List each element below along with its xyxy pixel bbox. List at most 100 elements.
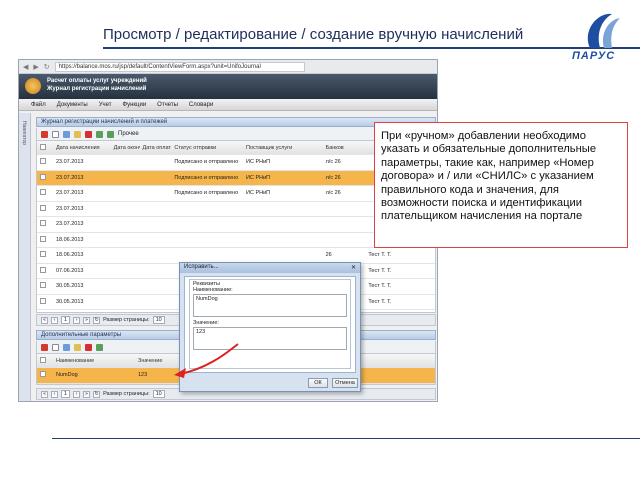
row-checkbox[interactable] [40, 297, 46, 304]
logo-text: ПАРУС [572, 50, 616, 62]
refresh-icon[interactable] [41, 343, 48, 351]
row-checkbox[interactable] [40, 371, 46, 378]
table-cell: 23.07.2013 [55, 190, 84, 197]
page-number-field[interactable]: 1 [61, 390, 71, 398]
navigator-strip[interactable]: Навигатор [19, 113, 31, 401]
name-field[interactable]: NumDog [193, 294, 347, 317]
prev-page-icon[interactable]: ‹ [51, 316, 58, 324]
red-arrow-icon [174, 343, 239, 378]
refresh-page-icon[interactable]: ↻ [93, 316, 101, 324]
delete-icon[interactable] [85, 343, 92, 351]
table-cell: л/с 26 [325, 190, 341, 197]
refresh-page-icon[interactable]: ↻ [93, 390, 101, 398]
page-size-label: Размер страницы: [103, 391, 150, 397]
table-cell: Подписано и отправлено [174, 174, 239, 181]
menu-item-file[interactable]: Файл [31, 102, 46, 108]
forward-icon[interactable]: ▶ [33, 63, 38, 71]
add-param-icon[interactable] [52, 343, 59, 351]
next-page-icon[interactable]: › [73, 390, 81, 398]
last-page-icon[interactable]: » [83, 390, 91, 398]
table-cell: 18.06.2013 [55, 236, 84, 243]
refresh-icon[interactable] [41, 130, 48, 138]
back-icon[interactable]: ◀ [23, 63, 28, 71]
table-cell: 23.07.2013 [55, 159, 84, 166]
table-cell: 23.07.2013 [55, 221, 84, 228]
name-label: Наименование: [193, 287, 233, 293]
param-name-cell: NumDog [56, 372, 78, 379]
edit-icon[interactable] [74, 343, 81, 351]
new-document-icon[interactable] [52, 130, 59, 138]
navigator-label: Навигатор [21, 121, 27, 146]
page-size-label: Размер страницы: [103, 317, 150, 323]
row-checkbox[interactable] [40, 251, 46, 258]
row-checkbox[interactable] [40, 158, 46, 165]
column-header[interactable]: Дата начисления [53, 145, 111, 151]
table-cell: 23.07.2013 [55, 205, 84, 212]
edit-icon[interactable] [74, 130, 81, 138]
row-checkbox[interactable] [40, 220, 46, 227]
copy-icon[interactable] [63, 130, 70, 138]
row-checkbox[interactable] [40, 282, 46, 289]
table-cell: ИС РНиП [245, 190, 271, 197]
page-number-field[interactable]: 1 [61, 316, 71, 324]
delete-icon[interactable] [85, 130, 92, 138]
send-icon[interactable] [107, 130, 114, 138]
table-cell: 23.07.2013 [55, 174, 84, 181]
app-header: Расчет оплаты услуг учреждений Журнал ре… [19, 74, 437, 99]
column-header[interactable]: Поставщик услуги [243, 145, 323, 151]
table-cell: 18.06.2013 [55, 252, 84, 259]
url-field[interactable]: https://balance.mos.ru/jsp/default/Conte… [54, 61, 305, 72]
row-checkbox[interactable] [40, 235, 46, 242]
menu-item-accounting[interactable]: Учет [99, 102, 112, 108]
bottom-rule [52, 438, 640, 439]
main-menu: Файл Документы Учет Функции Отчеты Слова… [19, 99, 437, 111]
dialog-titlebar[interactable]: Исправить... ✕ [180, 263, 360, 273]
row-checkbox[interactable] [40, 173, 46, 180]
reload-icon[interactable]: ↻ [44, 63, 50, 71]
table-cell: л/с 26 [325, 159, 341, 166]
select-all-checkbox[interactable] [40, 143, 46, 150]
table-cell: Тест Т. Т. [368, 298, 392, 305]
value-label: Значение: [193, 320, 219, 326]
page-size-select[interactable]: 10 [152, 316, 165, 324]
first-page-icon[interactable]: « [41, 390, 48, 398]
select-all-checkbox[interactable] [40, 356, 46, 363]
table-cell: Тест Т. Т. [368, 252, 392, 259]
title-rule [103, 47, 640, 49]
menu-item-documents[interactable]: Документы [57, 102, 88, 108]
table-cell: Подписано и отправлено [174, 159, 239, 166]
app-title: Расчет оплаты услуг учреждений [47, 78, 147, 84]
table-cell: Подписано и отправлено [174, 190, 239, 197]
first-page-icon[interactable]: « [41, 316, 48, 324]
column-header[interactable]: Статус отправки [171, 145, 243, 151]
row-checkbox[interactable] [40, 266, 46, 273]
prev-page-icon[interactable]: ‹ [51, 390, 58, 398]
apply-icon[interactable] [96, 343, 103, 351]
ok-button[interactable]: ОК [308, 378, 328, 388]
row-checkbox[interactable] [40, 189, 46, 196]
table-cell: л/с 26 [325, 174, 341, 181]
table-cell: 30.05.2013 [55, 298, 84, 305]
column-header[interactable]: Банков [323, 145, 366, 151]
table-cell: ИС РНиП [245, 174, 271, 181]
column-header[interactable]: Наименование [53, 358, 135, 364]
last-page-icon[interactable]: » [83, 316, 91, 324]
table-cell: ИС РНиП [245, 159, 271, 166]
menu-item-functions[interactable]: Функции [123, 102, 147, 108]
menu-item-reports[interactable]: Отчеты [157, 102, 178, 108]
menu-item-dictionaries[interactable]: Словари [189, 102, 213, 108]
next-page-icon[interactable]: › [73, 316, 81, 324]
cancel-button[interactable]: Отмена [332, 378, 358, 388]
other-menu-button[interactable]: Прочее [118, 131, 139, 137]
row-checkbox[interactable] [40, 204, 46, 211]
sign-icon[interactable] [96, 130, 103, 138]
dialog-title: Исправить... [184, 264, 219, 270]
column-header[interactable]: Дата оплаты [140, 145, 172, 151]
column-header[interactable]: Дата оконч [111, 145, 140, 151]
table-cell: Тест Т. Т. [368, 283, 392, 290]
close-icon[interactable]: ✕ [351, 264, 356, 272]
copy-icon[interactable] [63, 343, 70, 351]
app-subtitle: Журнал регистрации начислений [47, 86, 147, 92]
slide-title: Просмотр / редактирование / создание вру… [103, 26, 524, 43]
page-size-select[interactable]: 10 [152, 390, 165, 398]
